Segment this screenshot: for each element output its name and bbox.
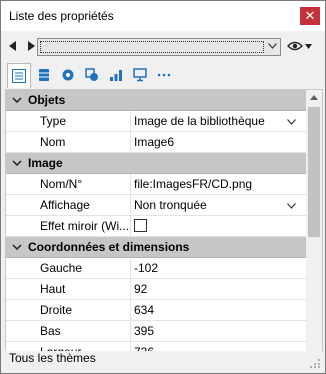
gear-icon [62,69,74,81]
section-header-image[interactable]: Image [6,153,306,174]
property-value-haut[interactable]: 92 [134,282,147,296]
object-selector-value [40,41,264,53]
collapse-chevron-icon[interactable] [12,244,22,250]
monitor-icon [133,68,147,82]
object-selector-dropdown[interactable] [37,38,281,56]
section-title: Image [28,156,63,170]
property-row-nom-numero[interactable]: Nom/N° file:ImagesFR/CD.png [6,174,306,195]
property-tabs [5,63,323,89]
property-list-window: Liste des propriétés ✕ Objets Type Image… [0,0,326,374]
tab-shapes[interactable] [81,63,103,87]
property-value-gauche[interactable]: -102 [134,261,158,275]
effet-miroir-checkbox[interactable] [134,219,147,232]
scroll-up-icon[interactable] [310,95,318,100]
navigation-arrows-icon[interactable] [9,40,35,52]
status-bar: Tous les thèmes [1,351,325,373]
property-value-image-file[interactable]: file:ImagesFR/CD.png [134,177,252,191]
object-toolbar [1,31,325,61]
property-row-droite[interactable]: Droite 634 [6,300,306,321]
property-label: Type [40,114,67,128]
more-icon [157,73,171,77]
property-label: Bas [40,324,61,338]
eye-icon[interactable] [287,41,303,51]
scrollbar-thumb[interactable] [308,107,320,237]
shapes-icon [85,68,98,81]
section-title: Objets [28,93,66,107]
vertical-scrollbar[interactable] [306,90,322,352]
property-value-nom[interactable]: Image6 [134,135,174,149]
tab-monitor[interactable] [129,63,151,87]
property-grid: Objets Type Image de la bibliothèque Nom… [5,89,323,353]
property-row-nom[interactable]: Nom Image6 [6,132,306,153]
property-label: Effet miroir (Wi... [40,219,128,233]
tab-database[interactable] [33,63,55,87]
property-value-droite[interactable]: 634 [134,303,154,317]
property-value-type[interactable]: Image de la bibliothèque [134,114,265,128]
property-row-affichage[interactable]: Affichage Non tronquée [6,195,306,216]
property-label: Haut [40,282,66,296]
property-row-gauche[interactable]: Gauche -102 [6,258,306,279]
close-button[interactable]: ✕ [300,7,320,25]
property-row-type[interactable]: Type Image de la bibliothèque [6,111,306,132]
tab-gear[interactable] [57,63,79,87]
resize-grip-icon[interactable] [309,356,321,368]
property-label: Droite [40,303,73,317]
property-value-bas[interactable]: 395 [134,324,154,338]
property-label: Gauche [40,261,83,275]
tab-more[interactable] [153,63,175,87]
caret-down-icon[interactable] [305,44,312,49]
property-label: Nom/N° [40,177,83,191]
collapse-chevron-icon[interactable] [12,97,22,103]
window-title: Liste des propriétés [9,9,114,23]
collapse-chevron-icon[interactable] [12,160,22,166]
property-row-bas[interactable]: Bas 395 [6,321,306,342]
chevron-down-icon[interactable] [287,119,296,125]
section-header-coordonnees[interactable]: Coordonnées et dimensions [6,237,306,258]
section-title: Coordonnées et dimensions [28,240,190,254]
property-row-haut[interactable]: Haut 92 [6,279,306,300]
list-icon [12,69,26,83]
property-value-affichage[interactable]: Non tronquée [134,198,207,212]
chevron-down-icon [268,43,277,49]
title-bar: Liste des propriétés ✕ [1,1,325,31]
tab-chart[interactable] [105,63,127,87]
property-label: Affichage [40,198,90,212]
tab-list[interactable] [7,63,31,88]
property-label: Nom [40,135,66,149]
section-header-objets[interactable]: Objets [6,90,306,111]
database-icon [39,69,49,81]
chart-icon [110,70,122,81]
chevron-down-icon[interactable] [287,203,296,209]
theme-filter-label[interactable]: Tous les thèmes [9,351,96,365]
property-row-effet-miroir[interactable]: Effet miroir (Wi... [6,216,306,237]
